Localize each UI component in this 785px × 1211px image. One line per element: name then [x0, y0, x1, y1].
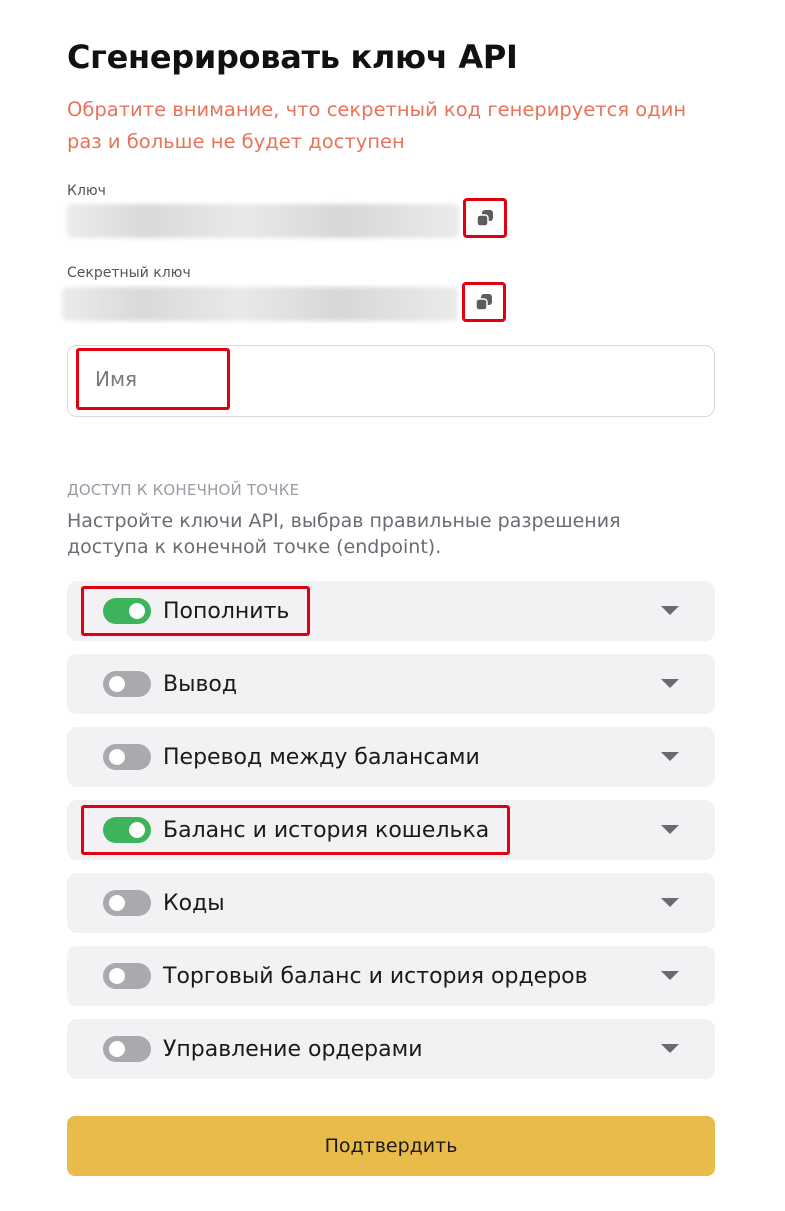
toggle-knob — [129, 603, 145, 619]
toggle-knob — [129, 822, 145, 838]
toggle-knob — [109, 1041, 125, 1057]
copy-key-button[interactable] — [463, 198, 507, 238]
chevron-down-icon[interactable] — [661, 752, 679, 761]
permission-row-trade-history[interactable]: Торговый баланс и история ордеров — [67, 946, 715, 1006]
secret-key-label: Секретный ключ — [67, 265, 191, 281]
permission-toggle-group: Перевод между балансами — [103, 741, 480, 773]
permission-label: Перевод между балансами — [163, 744, 480, 770]
endpoint-access-caption: ДОСТУП К КОНЕЧНОЙ ТОЧКЕ — [67, 481, 300, 499]
chevron-down-icon[interactable] — [661, 1044, 679, 1053]
permission-row-withdraw[interactable]: Вывод — [67, 654, 715, 714]
permission-toggle[interactable] — [103, 671, 151, 697]
permission-toggle[interactable] — [103, 598, 151, 624]
key-value-masked — [67, 204, 459, 238]
permission-row-deposit[interactable]: Пополнить — [67, 581, 715, 641]
secret-key-value-masked — [62, 287, 458, 321]
copy-icon — [476, 210, 493, 227]
permission-label: Управление ордерами — [163, 1036, 423, 1062]
permission-row-transfer[interactable]: Перевод между балансами — [67, 727, 715, 787]
permission-toggle[interactable] — [103, 744, 151, 770]
endpoint-access-description: Настройте ключи API, выбрав правильные р… — [67, 510, 621, 558]
permission-label: Пополнить — [163, 598, 290, 624]
permission-toggle-group: Вывод — [103, 668, 237, 700]
permission-row-wallet-history[interactable]: Баланс и история кошелька — [67, 800, 715, 860]
chevron-down-icon[interactable] — [661, 606, 679, 615]
permission-label: Вывод — [163, 671, 238, 697]
permission-row-codes[interactable]: Коды — [67, 873, 715, 933]
copy-secret-key-button[interactable] — [462, 282, 506, 322]
permission-label: Торговый баланс и история ордеров — [163, 963, 588, 989]
permission-toggle-group: Коды — [103, 887, 225, 919]
chevron-down-icon[interactable] — [661, 825, 679, 834]
name-field-container — [67, 345, 715, 417]
toggle-knob — [109, 895, 125, 911]
copy-icon — [475, 294, 492, 311]
permission-row-order-management[interactable]: Управление ордерами — [67, 1019, 715, 1079]
name-input[interactable] — [76, 348, 230, 410]
permission-toggle-group: Баланс и история кошелька — [81, 805, 511, 855]
chevron-down-icon[interactable] — [661, 679, 679, 688]
chevron-down-icon[interactable] — [661, 971, 679, 980]
permission-toggle[interactable] — [103, 1036, 151, 1062]
permission-toggle-group: Пополнить — [81, 586, 311, 636]
permission-toggle[interactable] — [103, 890, 151, 916]
permission-toggle-group: Управление ордерами — [103, 1033, 423, 1065]
page-title: Сгенерировать ключ API — [67, 38, 518, 76]
confirm-button[interactable]: Подтвердить — [67, 1116, 715, 1176]
toggle-knob — [109, 676, 125, 692]
secret-warning: Обратите внимание, что секретный код ген… — [67, 98, 687, 153]
chevron-down-icon[interactable] — [661, 898, 679, 907]
permission-label: Коды — [163, 890, 225, 916]
permission-toggle[interactable] — [103, 963, 151, 989]
toggle-knob — [109, 968, 125, 984]
permission-toggle[interactable] — [103, 817, 151, 843]
key-label: Ключ — [67, 183, 106, 199]
toggle-knob — [109, 749, 125, 765]
permission-label: Баланс и история кошелька — [163, 817, 490, 843]
permission-toggle-group: Торговый баланс и история ордеров — [103, 960, 588, 992]
